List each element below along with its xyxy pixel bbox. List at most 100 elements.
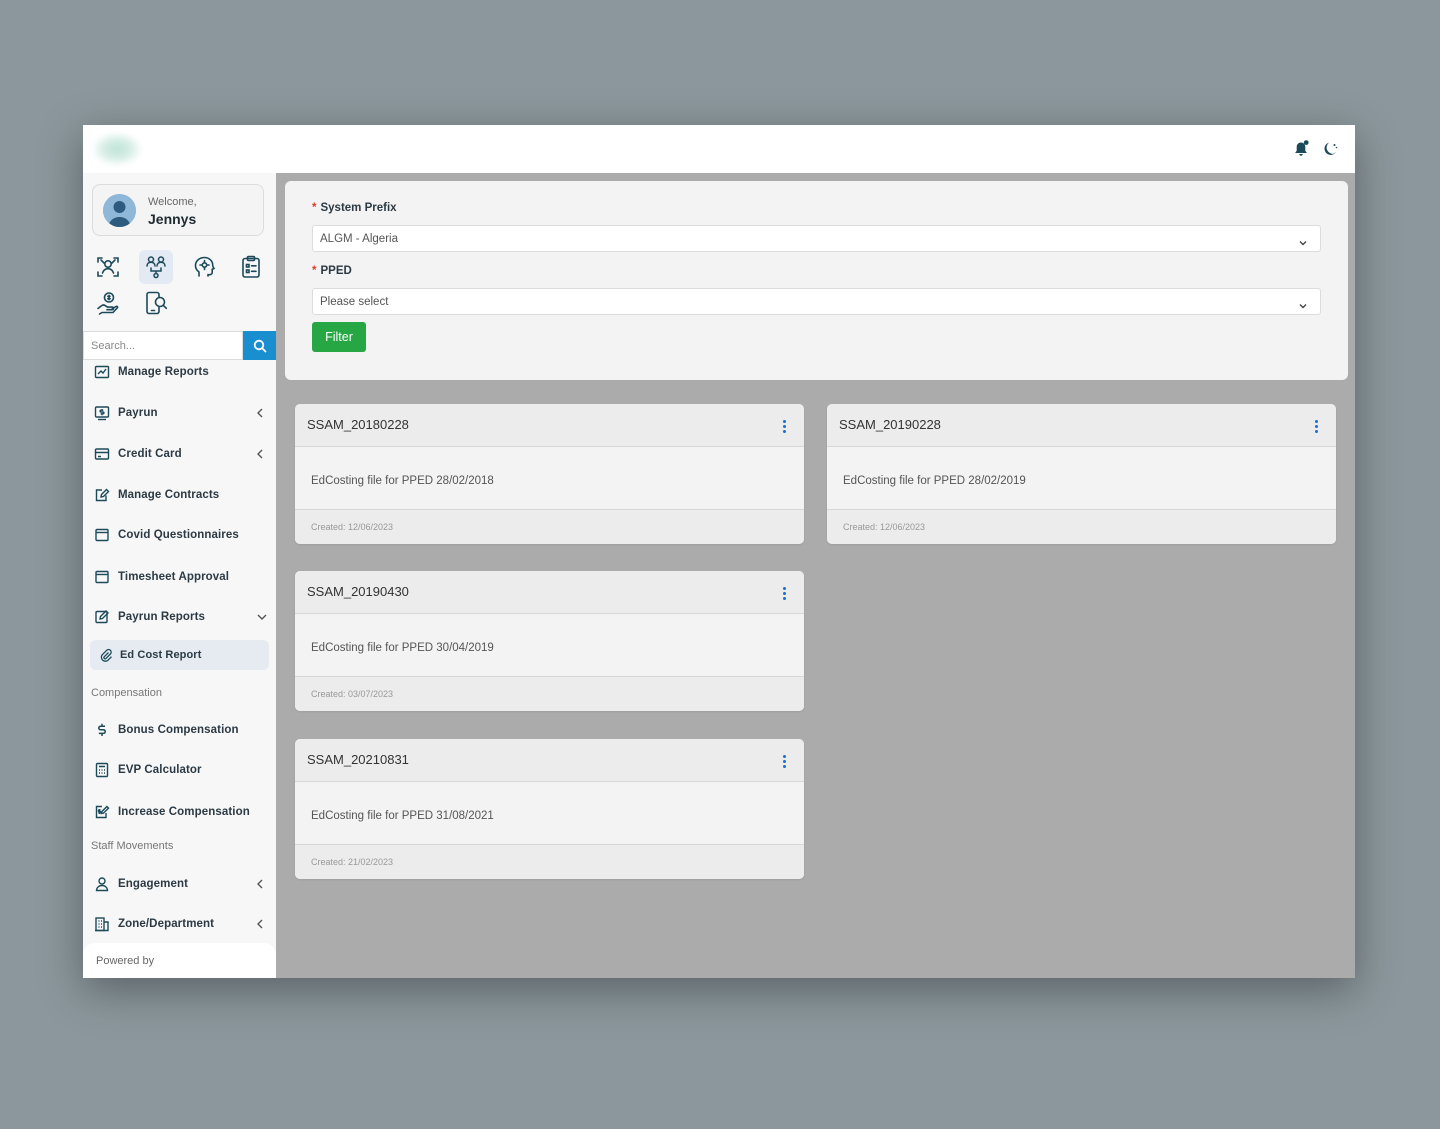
search-icon (253, 339, 266, 352)
nav-item-manage-reports[interactable]: Manage Reports (83, 357, 276, 387)
pped-label: * PPED (312, 265, 352, 277)
system-prefix-select[interactable]: ALGM - Algeria (312, 225, 1321, 252)
nav-item-ed-cost-report[interactable]: Ed Cost Report (90, 640, 269, 670)
card-header: SSAM_20190430 (295, 571, 804, 614)
device-search-icon[interactable] (139, 286, 173, 320)
dollar-icon (93, 722, 110, 739)
nav-item-evp-calculator[interactable]: EVP Calculator (83, 755, 276, 785)
moon-icon[interactable] (1320, 139, 1340, 159)
system-prefix-label: * System Prefix (312, 202, 397, 214)
avatar (103, 194, 136, 227)
report-card[interactable]: SSAM_20190430 EdCosting file for PPED 30… (295, 571, 804, 711)
report-chart-icon (93, 364, 110, 381)
report-card[interactable]: SSAM_20190228 EdCosting file for PPED 28… (827, 404, 1336, 544)
label-text: PPED (320, 265, 352, 277)
card-footer: Created: 21/02/2023 (295, 844, 804, 879)
user-name: Jennys (148, 211, 197, 227)
required-mark: * (312, 202, 317, 214)
nav-label: Credit Card (118, 448, 182, 460)
nav-item-increase-compensation[interactable]: Increase Compensation (83, 797, 276, 827)
nav-label: Bonus Compensation (118, 724, 239, 736)
nav-label: Manage Contracts (118, 489, 220, 501)
filter-button[interactable]: Filter (312, 322, 366, 352)
chevron-down-icon (1298, 298, 1308, 309)
kebab-menu-icon[interactable] (1312, 418, 1320, 434)
card-body: EdCosting file for PPED 31/08/2021 (295, 782, 804, 844)
calculator-icon (93, 762, 110, 779)
money-edit-icon (93, 804, 110, 821)
nav-label: Increase Compensation (118, 806, 250, 818)
nav-item-bonus-compensation[interactable]: Bonus Compensation (83, 715, 276, 745)
required-mark: * (312, 265, 317, 277)
org-chart-icon[interactable] (139, 250, 173, 284)
chevron-down-icon (257, 612, 267, 622)
card-title: SSAM_20210831 (307, 752, 409, 767)
card-created-date: Created: 12/06/2023 (311, 522, 394, 532)
nav-label: Payrun Reports (118, 611, 206, 623)
kebab-menu-icon[interactable] (780, 418, 788, 434)
report-card[interactable]: SSAM_20210831 EdCosting file for PPED 31… (295, 739, 804, 879)
hand-coin-icon[interactable] (91, 286, 125, 320)
top-bar (83, 125, 1355, 173)
card-header: SSAM_20210831 (295, 739, 804, 782)
search-input[interactable] (83, 331, 243, 360)
kebab-menu-icon[interactable] (780, 585, 788, 601)
card-title: SSAM_20190430 (307, 584, 409, 599)
logo (93, 133, 141, 165)
card-created-date: Created: 12/06/2023 (843, 522, 926, 532)
building-icon (93, 916, 110, 933)
card-body: EdCosting file for PPED 28/02/2019 (827, 447, 1336, 509)
card-title: SSAM_20190228 (839, 417, 941, 432)
nav-label: Covid Questionnaires (118, 529, 239, 541)
filter-panel: * System Prefix ALGM - Algeria * PPED Plea… (285, 181, 1348, 380)
nav-item-credit-card[interactable]: Credit Card (83, 439, 276, 469)
report-card[interactable]: SSAM_20180228 EdCosting file for PPED 28… (295, 404, 804, 544)
card-header: SSAM_20180228 (295, 404, 804, 447)
card-footer: Created: 03/07/2023 (295, 676, 804, 711)
card-description: EdCosting file for PPED 31/08/2021 (311, 810, 494, 822)
app-window: Welcome, Jennys Search... Manage Reports… (83, 125, 1355, 978)
nav-item-payrun-reports[interactable]: Payrun Reports (83, 602, 276, 632)
chevron-left-icon (255, 919, 265, 929)
pped-select[interactable]: Please select (312, 288, 1321, 315)
face-scan-icon[interactable] (91, 250, 125, 284)
nav-label: Ed Cost Report (120, 649, 202, 661)
label-text: System Prefix (320, 202, 397, 214)
nav-item-manage-contracts[interactable]: Manage Contracts (83, 480, 276, 510)
card-created-date: Created: 03/07/2023 (311, 689, 394, 699)
bell-icon[interactable] (1291, 139, 1311, 159)
nav-label: Timesheet Approval (118, 571, 230, 583)
nav-item-zone-department[interactable]: Zone/Department (83, 909, 276, 939)
card-body: EdCosting file for PPED 28/02/2018 (295, 447, 804, 509)
nav-label: EVP Calculator (118, 764, 202, 776)
card-description: EdCosting file for PPED 28/02/2018 (311, 475, 494, 487)
nav-label: Engagement (118, 878, 189, 890)
card-description: EdCosting file for PPED 30/04/2019 (311, 642, 494, 654)
nav-item-engagement[interactable]: Engagement (83, 869, 276, 899)
nav-item-timesheet-approval[interactable]: Timesheet Approval (83, 562, 276, 592)
nav-item-covid-questionnaires[interactable]: Covid Questionnaires (83, 520, 276, 550)
sidebar: Welcome, Jennys Search... Manage Reports… (83, 173, 276, 978)
select-placeholder: Please select (320, 296, 389, 308)
nav-label: Zone/Department (118, 918, 215, 930)
clipboard-icon[interactable] (234, 250, 268, 284)
section-label-staff-movements: Staff Movements (91, 840, 174, 852)
credit-card-icon (93, 446, 110, 463)
chevron-left-icon (255, 879, 265, 889)
search-bar (83, 331, 276, 360)
card-body: EdCosting file for PPED 30/04/2019 (295, 614, 804, 676)
nav-item-payrun[interactable]: Payrun (83, 398, 276, 428)
search-button[interactable] (243, 331, 276, 360)
select-value: ALGM - Algeria (320, 233, 398, 245)
edit-report-icon (93, 609, 110, 626)
card-footer: Created: 12/06/2023 (295, 509, 804, 544)
powered-by-label: Powered by (96, 955, 155, 967)
paperclip-icon (97, 647, 114, 664)
nav-label: Manage Reports (118, 366, 209, 378)
contract-edit-icon (93, 487, 110, 504)
welcome-card: Welcome, Jennys (92, 184, 264, 236)
welcome-label: Welcome, (148, 196, 197, 208)
head-gear-icon[interactable] (188, 250, 222, 284)
dollar-bill-icon (93, 405, 110, 422)
kebab-menu-icon[interactable] (780, 753, 788, 769)
